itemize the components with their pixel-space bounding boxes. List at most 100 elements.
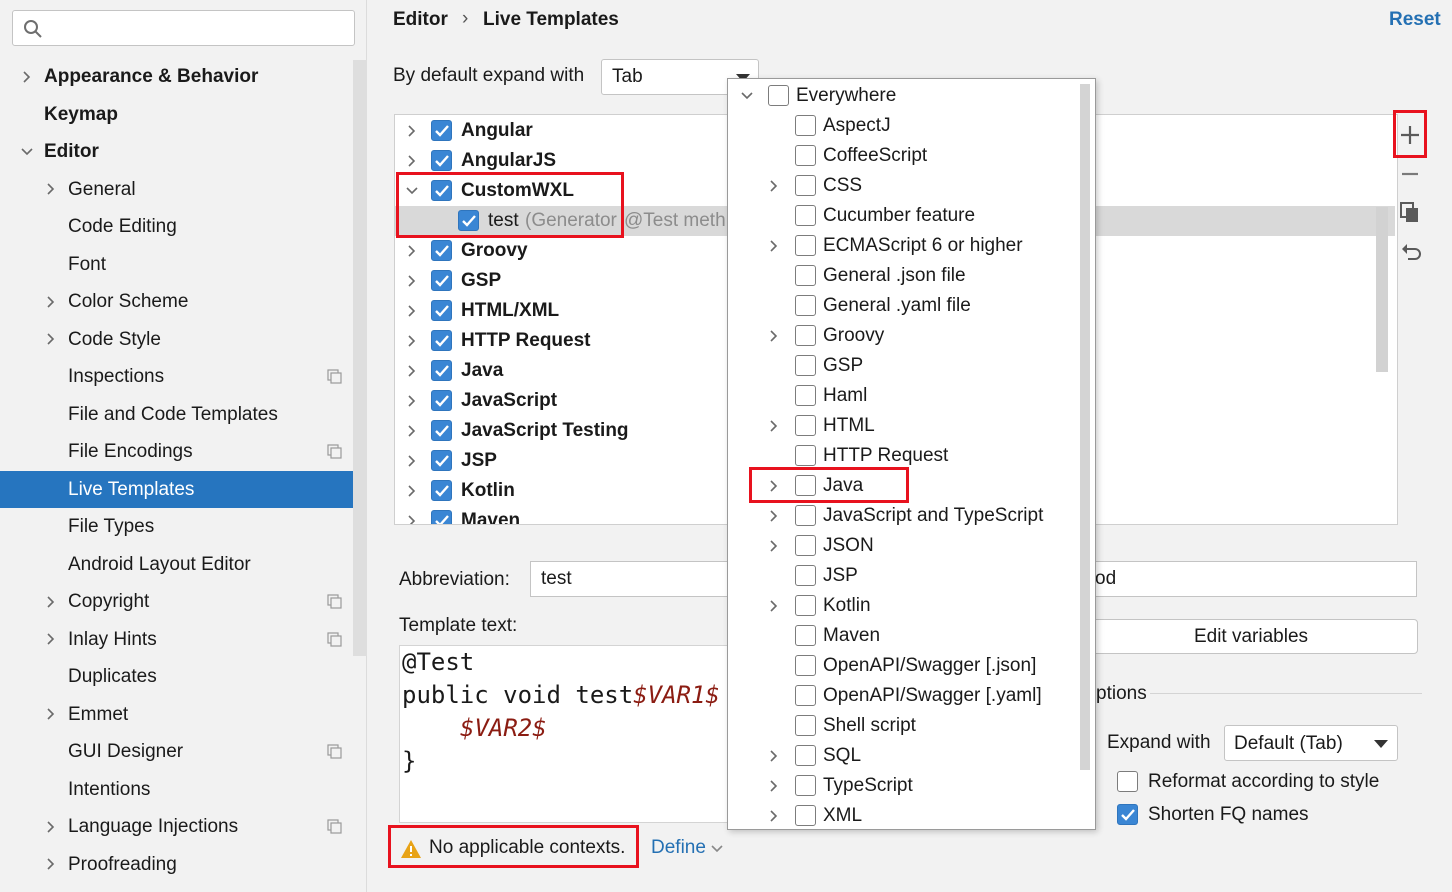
context-chevron[interactable]: [767, 501, 781, 531]
breadcrumb-parent[interactable]: Editor: [393, 9, 448, 31]
context-item[interactable]: General .yaml file: [728, 291, 1078, 321]
context-checkbox[interactable]: [795, 415, 816, 436]
sidebar-item[interactable]: Intentions: [0, 771, 367, 808]
context-item[interactable]: CoffeeScript: [728, 141, 1078, 171]
context-checkbox[interactable]: [795, 445, 816, 466]
context-checkbox[interactable]: [795, 205, 816, 226]
sidebar-item[interactable]: Language Injections: [0, 808, 367, 845]
search-input[interactable]: [12, 10, 355, 46]
context-checkbox[interactable]: [795, 355, 816, 376]
popup-scrollbar[interactable]: [1080, 84, 1090, 770]
group-chevron[interactable]: [405, 506, 419, 525]
context-checkbox[interactable]: [795, 145, 816, 166]
sidebar-item[interactable]: GUI Designer: [0, 733, 367, 770]
context-item[interactable]: HTML: [728, 411, 1078, 441]
context-checkbox[interactable]: [795, 805, 816, 826]
context-checkbox[interactable]: [795, 535, 816, 556]
context-checkbox[interactable]: [795, 265, 816, 286]
sidebar-chevron[interactable]: [20, 58, 34, 95]
chevron-right-icon[interactable]: [44, 857, 58, 871]
sidebar-item[interactable]: Android Layout Editor: [0, 546, 367, 583]
context-checkbox[interactable]: [795, 295, 816, 316]
sidebar-chevron[interactable]: [44, 846, 58, 883]
context-checkbox[interactable]: [795, 175, 816, 196]
chevron-right-icon[interactable]: [405, 274, 419, 288]
group-chevron[interactable]: [405, 386, 419, 416]
context-checkbox[interactable]: [795, 235, 816, 256]
sidebar-item[interactable]: Font: [0, 246, 367, 283]
sidebar-item[interactable]: Editor: [0, 133, 367, 170]
context-chevron[interactable]: [767, 591, 781, 621]
sidebar-item[interactable]: Code Style: [0, 321, 367, 358]
sidebar-chevron[interactable]: [44, 808, 58, 845]
chevron-right-icon[interactable]: [44, 295, 58, 309]
context-chevron[interactable]: [767, 531, 781, 561]
chevron-right-icon[interactable]: [767, 239, 781, 253]
context-checkbox[interactable]: [768, 85, 789, 106]
chevron-right-icon[interactable]: [767, 329, 781, 343]
context-item[interactable]: Maven: [728, 621, 1078, 651]
context-chevron[interactable]: [767, 801, 781, 829]
group-chevron[interactable]: [405, 236, 419, 266]
context-checkbox[interactable]: [795, 655, 816, 676]
sidebar-chevron[interactable]: [20, 133, 34, 170]
context-checkbox[interactable]: [795, 115, 816, 136]
sidebar-item[interactable]: Copyright: [0, 583, 367, 620]
chevron-right-icon[interactable]: [405, 484, 419, 498]
reset-link[interactable]: Reset: [1389, 9, 1441, 31]
chevron-right-icon[interactable]: [405, 424, 419, 438]
chevron-right-icon[interactable]: [405, 334, 419, 348]
template-checkbox[interactable]: [431, 300, 452, 321]
template-checkbox[interactable]: [431, 420, 452, 441]
abbreviation-field[interactable]: test: [530, 561, 730, 597]
context-checkbox[interactable]: [795, 715, 816, 736]
context-item[interactable]: AspectJ: [728, 111, 1078, 141]
chevron-right-icon[interactable]: [767, 419, 781, 433]
shorten-fq-checkbox[interactable]: [1117, 804, 1138, 825]
context-checkbox[interactable]: [795, 685, 816, 706]
context-root[interactable]: Everywhere: [728, 81, 1078, 111]
chevron-right-icon[interactable]: [405, 154, 419, 168]
chevron-right-icon[interactable]: [405, 124, 419, 138]
context-checkbox[interactable]: [795, 625, 816, 646]
template-checkbox[interactable]: [431, 390, 452, 411]
context-item[interactable]: Kotlin: [728, 591, 1078, 621]
chevron-right-icon[interactable]: [405, 454, 419, 468]
sidebar-item[interactable]: Color Scheme: [0, 283, 367, 320]
chevron-right-icon[interactable]: [405, 514, 419, 525]
template-text-editor[interactable]: @Test public void test$VAR1$ $VAR2$ }: [399, 645, 731, 823]
context-checkbox[interactable]: [795, 505, 816, 526]
context-checkbox[interactable]: [795, 595, 816, 616]
context-item[interactable]: Haml: [728, 381, 1078, 411]
context-checkbox[interactable]: [795, 565, 816, 586]
group-chevron[interactable]: [405, 476, 419, 506]
context-chevron[interactable]: [740, 81, 754, 111]
chevron-right-icon[interactable]: [767, 509, 781, 523]
sidebar-chevron[interactable]: [44, 696, 58, 733]
context-item[interactable]: ECMAScript 6 or higher: [728, 231, 1078, 261]
chevron-right-icon[interactable]: [405, 244, 419, 258]
context-chevron[interactable]: [767, 771, 781, 801]
sidebar-item[interactable]: Duplicates: [0, 658, 367, 695]
chevron-right-icon[interactable]: [767, 179, 781, 193]
template-checkbox[interactable]: [431, 240, 452, 261]
context-item[interactable]: TypeScript: [728, 771, 1078, 801]
chevron-right-icon[interactable]: [767, 599, 781, 613]
remove-icon[interactable]: [1400, 164, 1420, 184]
context-item[interactable]: Groovy: [728, 321, 1078, 351]
context-item[interactable]: SQL: [728, 741, 1078, 771]
sidebar-chevron[interactable]: [44, 583, 58, 620]
templates-scrollbar[interactable]: [1376, 207, 1388, 372]
context-item[interactable]: Shell script: [728, 711, 1078, 741]
template-checkbox[interactable]: [431, 360, 452, 381]
group-chevron[interactable]: [405, 266, 419, 296]
template-checkbox[interactable]: [431, 120, 452, 141]
template-checkbox[interactable]: [431, 510, 452, 524]
chevron-down-icon[interactable]: [20, 145, 34, 159]
context-item[interactable]: GSP: [728, 351, 1078, 381]
context-item[interactable]: General .json file: [728, 261, 1078, 291]
group-chevron[interactable]: [405, 326, 419, 356]
chevron-right-icon[interactable]: [44, 632, 58, 646]
context-chevron[interactable]: [767, 411, 781, 441]
sidebar-chevron[interactable]: [44, 621, 58, 658]
